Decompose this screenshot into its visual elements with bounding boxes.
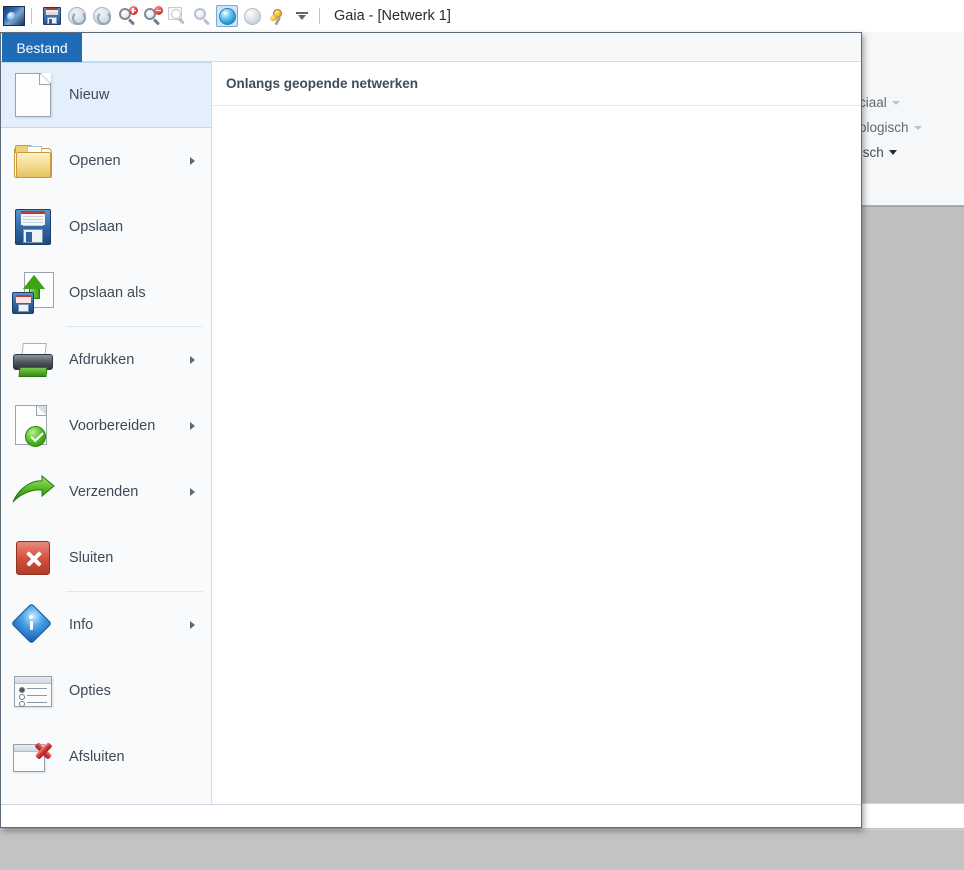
recent-networks-title: Onlangs geopende netwerken [226,76,418,91]
menu-item-label: Opties [69,683,111,699]
chevron-down-icon [914,126,922,130]
send-arrow-icon [9,468,57,516]
recent-networks-panel: Onlangs geopende netwerken [212,62,861,804]
menu-item-label: Opslaan [69,219,123,235]
application-window: Gaia - [Netwerk 1] peciaal opologisch ra… [0,0,964,830]
info-diamond-icon [9,601,57,649]
zoom-window-icon[interactable] [191,5,213,27]
menu-item-info[interactable]: Info [1,592,211,658]
menu-item-sluiten[interactable]: Sluiten [1,525,211,591]
menu-item-verzenden[interactable]: Verzenden [1,459,211,525]
options-icon [9,667,57,715]
menu-item-opslaan[interactable]: Opslaan [1,194,211,260]
save-as-icon [9,269,57,317]
ribbon-item-topologisch[interactable]: opologisch [844,115,964,140]
exit-icon [9,733,57,781]
app-logo-icon[interactable] [3,5,25,27]
menu-item-voorbereiden[interactable]: Voorbereiden [1,393,211,459]
menu-item-openen[interactable]: Openen [1,128,211,194]
floppy-disk-icon [9,203,57,251]
pushpin-icon[interactable] [266,5,288,27]
file-menu-command-list: Nieuw Openen [1,62,212,804]
title-bar: Gaia - [Netwerk 1] [0,0,964,32]
chevron-down-icon [889,150,897,155]
ribbon-item-speciaal[interactable]: peciaal [844,90,964,115]
ribbon-hidden-group: peciaal opologisch rafisch en [844,90,964,190]
sphere-gray-icon[interactable] [241,5,263,27]
chevron-down-icon [892,101,900,105]
desktop-background [0,830,964,870]
ribbon-item-grafisch[interactable]: rafisch [844,140,964,165]
new-document-icon [9,71,57,119]
undo-icon[interactable] [66,5,88,27]
menu-item-label: Voorbereiden [69,418,155,434]
sphere-blue-icon[interactable] [216,5,238,27]
zoom-selection-icon[interactable] [166,5,188,27]
menu-item-label: Nieuw [69,87,109,103]
close-x-icon [9,534,57,582]
zoom-out-icon[interactable] [141,5,163,27]
screen: Gaia - [Netwerk 1] peciaal opologisch ra… [0,0,964,870]
prepare-check-icon [9,402,57,450]
menu-item-label: Verzenden [69,484,138,500]
save-icon[interactable] [41,5,63,27]
submenu-arrow-icon [190,621,195,629]
menu-item-label: Afdrukken [69,352,134,368]
menu-item-label: Openen [69,153,121,169]
menu-item-opties[interactable]: Opties [1,658,211,724]
menu-item-afdrukken[interactable]: Afdrukken [1,327,211,393]
file-menu-body: Nieuw Openen [1,62,861,804]
submenu-arrow-icon [190,356,195,364]
open-folder-icon [9,137,57,185]
title-separator [319,8,320,24]
menu-item-label: Opslaan als [69,285,146,301]
recent-networks-rule [212,105,861,106]
submenu-arrow-icon [190,157,195,165]
window-title: Gaia - [Netwerk 1] [334,8,451,24]
customize-quick-access-icon[interactable] [291,5,313,27]
menu-item-opslaan-als[interactable]: Opslaan als [1,260,211,326]
printer-icon [9,336,57,384]
tab-bestand[interactable]: Bestand [2,33,82,62]
ribbon-item-en[interactable]: en [844,165,964,190]
submenu-arrow-icon [190,422,195,430]
redo-icon[interactable] [91,5,113,27]
menu-item-afsluiten[interactable]: Afsluiten [1,724,211,790]
file-menu-tab-row: Bestand [1,33,861,62]
file-menu-footer [1,804,861,827]
toolbar-separator [31,8,32,24]
menu-item-nieuw[interactable]: Nieuw [1,62,211,128]
menu-item-label: Afsluiten [69,749,125,765]
menu-item-label: Sluiten [69,550,113,566]
submenu-arrow-icon [190,488,195,496]
file-backstage-menu: Bestand Nieuw [0,32,862,828]
zoom-in-icon[interactable] [116,5,138,27]
menu-item-label: Info [69,617,93,633]
